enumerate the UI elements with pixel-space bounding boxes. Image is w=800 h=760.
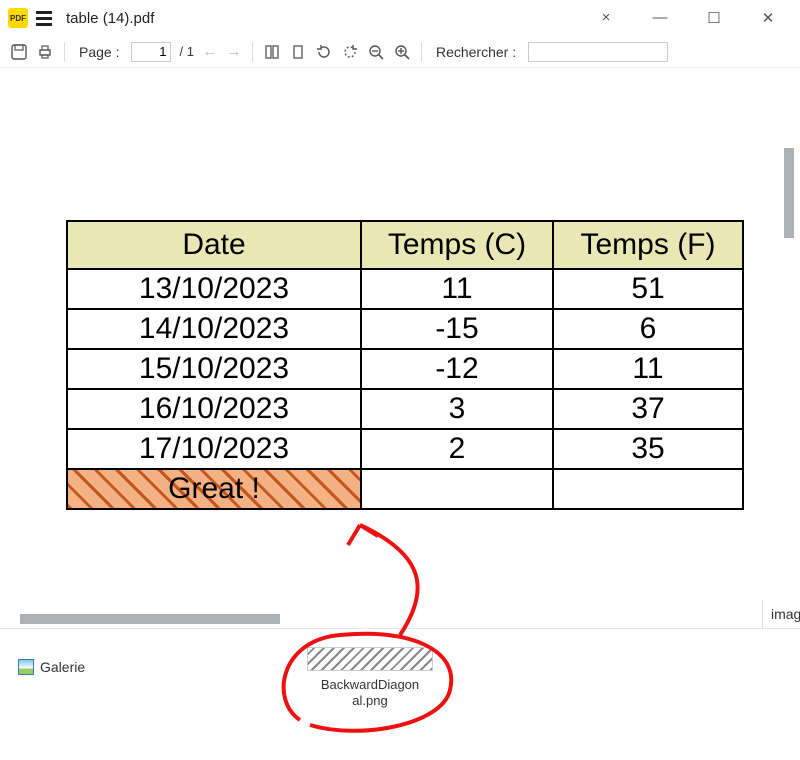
data-table: Date Temps (C) Temps (F) 13/10/2023 11 5… (66, 220, 744, 510)
window-title: table (14).pdf (66, 10, 154, 27)
galerie-label: Galerie (40, 659, 85, 675)
fit-page-icon[interactable] (263, 43, 281, 61)
cell-temps-f: 51 (553, 269, 743, 309)
cell-temps-c: -12 (361, 349, 553, 389)
header-temps-f: Temps (F) (553, 221, 743, 269)
rotate-right-icon[interactable] (341, 43, 359, 61)
pdf-viewer-area: Date Temps (C) Temps (F) 13/10/2023 11 5… (0, 68, 800, 628)
titlebar: PDF table (14).pdf × — ☐ ✕ (0, 0, 800, 36)
file-thumbnail-icon (307, 647, 433, 671)
file-name-line1: BackwardDiagon (321, 677, 419, 692)
cell-date: 13/10/2023 (67, 269, 361, 309)
page-label: Page : (79, 44, 119, 60)
pdf-page: Date Temps (C) Temps (F) 13/10/2023 11 5… (0, 88, 770, 608)
cell-footer-date: Great ! (67, 469, 361, 509)
table-footer-row: Great ! (67, 469, 743, 509)
vertical-scrollbar-thumb[interactable] (784, 148, 794, 238)
table-row: 17/10/2023 2 35 (67, 429, 743, 469)
zoom-out-icon[interactable] (367, 43, 385, 61)
table-row: 14/10/2023 -15 6 (67, 309, 743, 349)
hamburger-menu-icon[interactable] (36, 11, 52, 26)
toolbar-separator (252, 42, 253, 62)
cell-temps-f: 11 (553, 349, 743, 389)
table-row: 15/10/2023 -12 11 (67, 349, 743, 389)
cell-temps-c: 3 (361, 389, 553, 429)
cell-date: 15/10/2023 (67, 349, 361, 389)
toolbar-separator (64, 42, 65, 62)
table-header-row: Date Temps (C) Temps (F) (67, 221, 743, 269)
search-input[interactable] (528, 42, 668, 62)
cell-temps-c: 2 (361, 429, 553, 469)
header-date: Date (67, 221, 361, 269)
cell-footer-f (553, 469, 743, 509)
horizontal-scrollbar-thumb[interactable] (20, 614, 280, 624)
table-row: 13/10/2023 11 51 (67, 269, 743, 309)
file-name: BackwardDiagon al.png (300, 677, 440, 708)
cell-temps-f: 37 (553, 389, 743, 429)
table-row: 16/10/2023 3 37 (67, 389, 743, 429)
zoom-in-icon[interactable] (393, 43, 411, 61)
galerie-item[interactable]: Galerie (18, 659, 85, 675)
print-icon[interactable] (36, 43, 54, 61)
cell-date: 16/10/2023 (67, 389, 361, 429)
cell-temps-f: 6 (553, 309, 743, 349)
toolbar-separator (421, 42, 422, 62)
side-panel-fragment: imag (762, 600, 800, 628)
cell-date: 14/10/2023 (67, 309, 361, 349)
horizontal-scrollbar[interactable] (20, 614, 280, 624)
window-controls: × — ☐ ✕ (596, 9, 792, 27)
app-pdf-icon: PDF (8, 8, 28, 28)
cell-temps-f: 35 (553, 429, 743, 469)
toolbar: Page : / 1 ← → Rechercher : (0, 36, 800, 68)
cell-date: 17/10/2023 (67, 429, 361, 469)
vertical-scrollbar[interactable] (784, 148, 794, 348)
maximize-button[interactable]: ☐ (704, 9, 724, 27)
rotate-left-icon[interactable] (315, 43, 333, 61)
file-name-line2: al.png (352, 693, 387, 708)
desktop-strip: Galerie BackwardDiagon al.png (0, 628, 800, 760)
search-label: Rechercher : (436, 44, 516, 60)
gallery-icon (18, 659, 34, 675)
minimize-button[interactable]: — (650, 9, 670, 27)
single-page-icon[interactable] (289, 43, 307, 61)
file-item[interactable]: BackwardDiagon al.png (300, 647, 440, 708)
cell-temps-c: 11 (361, 269, 553, 309)
close-button[interactable]: ✕ (758, 9, 778, 27)
page-next-icon[interactable]: → (226, 43, 242, 60)
header-temps-c: Temps (C) (361, 221, 553, 269)
page-prev-icon[interactable]: ← (202, 43, 218, 60)
tab-close-icon[interactable]: × (596, 9, 616, 27)
save-icon[interactable] (10, 43, 28, 61)
page-number-input[interactable] (131, 42, 171, 62)
cell-footer-c (361, 469, 553, 509)
page-total: / 1 (179, 44, 193, 59)
cell-temps-c: -15 (361, 309, 553, 349)
